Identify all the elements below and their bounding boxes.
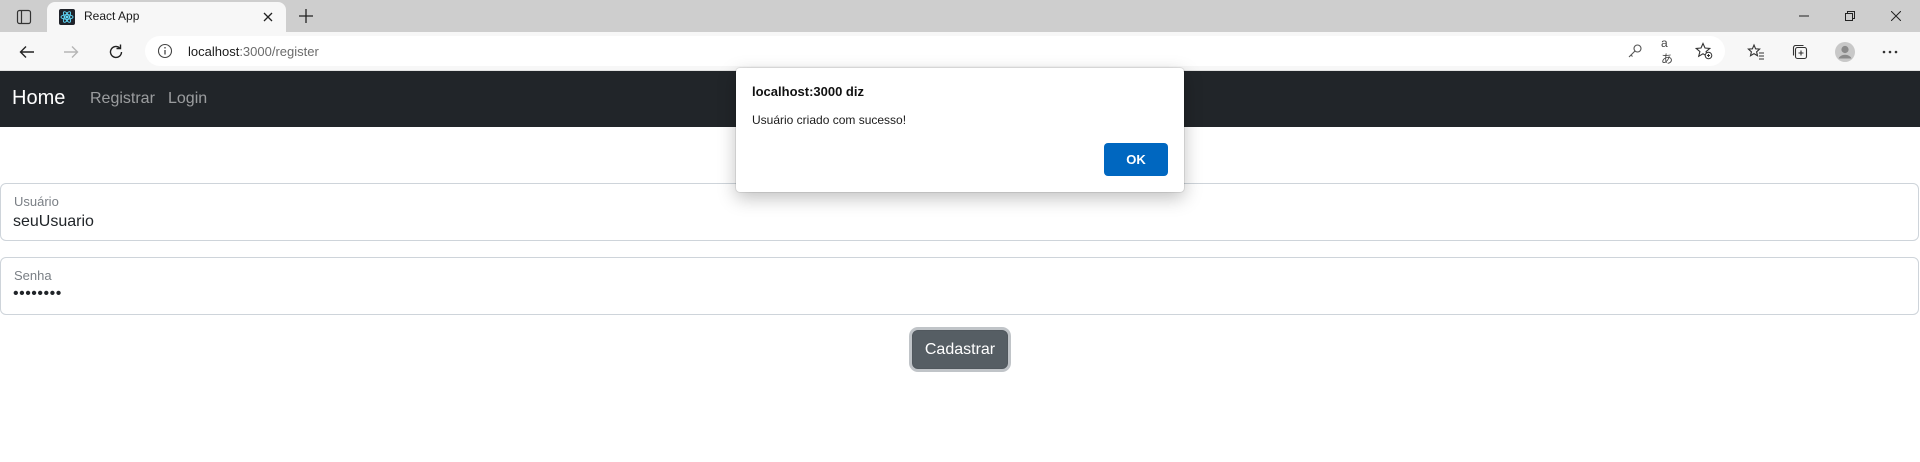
cadastrar-button[interactable]: Cadastrar — [912, 330, 1008, 369]
react-favicon-icon — [59, 9, 75, 25]
collections-icon[interactable] — [1785, 37, 1815, 67]
profile-avatar-icon[interactable] — [1830, 37, 1860, 67]
favorites-icon[interactable] — [1741, 37, 1771, 67]
add-favorite-icon[interactable] — [1695, 42, 1713, 60]
url-path: :3000/register — [239, 44, 319, 59]
alert-dialog: localhost:3000 diz Usuário criado com su… — [736, 68, 1184, 192]
tab-actions-icon[interactable] — [10, 6, 38, 28]
address-bar[interactable]: localhost:3000/register aあ — [145, 36, 1725, 66]
new-tab-icon[interactable] — [295, 5, 317, 27]
nav-link-login[interactable]: Login — [168, 90, 207, 108]
browser-toolbar: localhost:3000/register aあ — [0, 32, 1920, 71]
username-label: Usuário — [14, 194, 59, 209]
password-input-value[interactable]: •••••••• — [13, 285, 62, 303]
dialog-message: Usuário criado com sucesso! — [752, 113, 907, 127]
tab-title: React App — [84, 9, 140, 23]
navbar-brand-home[interactable]: Home — [12, 87, 65, 110]
url-text[interactable]: localhost:3000/register — [188, 44, 319, 59]
browser-tabstrip: React App — [0, 0, 1920, 32]
dialog-title: localhost:3000 diz — [752, 84, 864, 99]
forward-arrow-icon[interactable] — [56, 37, 86, 67]
dialog-ok-button[interactable]: OK — [1104, 143, 1168, 176]
refresh-icon[interactable] — [101, 37, 131, 67]
minimize-icon[interactable] — [1781, 0, 1827, 32]
close-tab-icon[interactable] — [260, 9, 276, 25]
username-input-value[interactable]: seuUsuario — [13, 213, 94, 231]
url-host: localhost — [188, 44, 240, 59]
browser-tab-active[interactable]: React App — [47, 2, 286, 32]
back-arrow-icon[interactable] — [12, 37, 42, 67]
password-label: Senha — [14, 268, 52, 283]
nav-link-registrar[interactable]: Registrar — [90, 90, 155, 108]
more-options-icon[interactable] — [1875, 37, 1905, 67]
restore-icon[interactable] — [1827, 0, 1873, 32]
password-field[interactable]: Senha •••••••• — [0, 257, 1919, 315]
close-window-icon[interactable] — [1873, 0, 1919, 32]
key-icon[interactable] — [1626, 42, 1644, 60]
read-aloud-icon[interactable]: aあ — [1661, 36, 1679, 66]
site-info-icon[interactable] — [157, 43, 173, 59]
